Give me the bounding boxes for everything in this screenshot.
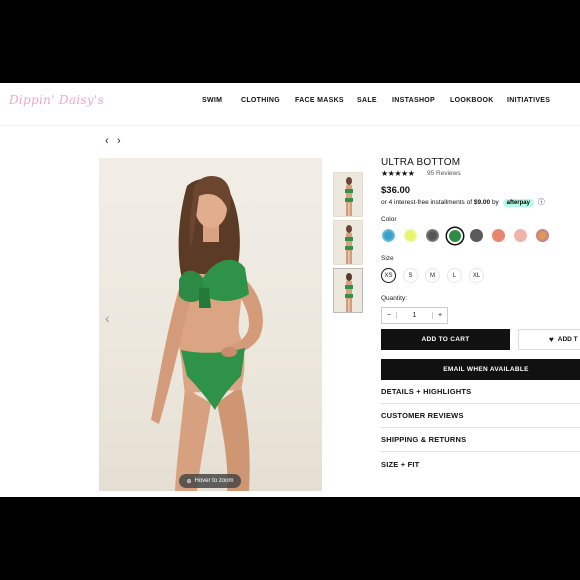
quantity-decrease-button[interactable]: − bbox=[382, 312, 397, 319]
size-option-xl[interactable]: XL bbox=[469, 268, 484, 283]
size-option-s[interactable]: S bbox=[403, 268, 418, 283]
size-option-l[interactable]: L bbox=[447, 268, 462, 283]
nav-item-face-masks[interactable]: FACE MASKS bbox=[295, 97, 344, 104]
product-title: ULTRA BOTTOM bbox=[381, 157, 461, 168]
quantity-stepper: − 1 + bbox=[381, 307, 448, 324]
model-photo bbox=[151, 176, 263, 491]
installments-text: or 4 interest-free installments of bbox=[381, 199, 474, 206]
product-page: Dippin' Daisy's SWIM CLOTHING FACE MASKS… bbox=[0, 83, 580, 497]
thumbnail-2[interactable] bbox=[333, 220, 363, 265]
thumbnail-photo bbox=[345, 273, 353, 312]
prev-product-chevron-icon[interactable]: ‹ bbox=[105, 135, 109, 147]
thumbnail-photo bbox=[345, 225, 353, 264]
nav-item-lookbook[interactable]: LOOKBOOK bbox=[450, 97, 494, 104]
rating-stars[interactable]: ★★★★★ bbox=[381, 169, 415, 178]
add-to-wishlist-button[interactable]: ♥ ADD T bbox=[518, 329, 580, 350]
color-swatch-blush[interactable] bbox=[514, 229, 527, 242]
image-prev-arrow-icon[interactable]: ‹ bbox=[105, 310, 110, 326]
afterpay-badge: afterpay bbox=[502, 199, 534, 207]
brand-logo[interactable]: Dippin' Daisy's bbox=[9, 93, 104, 107]
color-swatch-grey[interactable] bbox=[470, 229, 483, 242]
color-swatch-blue-print[interactable] bbox=[382, 229, 395, 242]
color-label: Color bbox=[381, 216, 397, 223]
color-swatch-green-selected[interactable] bbox=[447, 228, 463, 244]
thumbnail-3[interactable] bbox=[333, 268, 363, 313]
quantity-input[interactable]: 1 bbox=[397, 312, 432, 319]
thumbnail-photo bbox=[345, 177, 353, 216]
heart-icon: ♥ bbox=[549, 335, 554, 344]
accordion-shipping-returns[interactable]: SHIPPING & RETURNS bbox=[381, 428, 580, 452]
add-to-wishlist-label: ADD T bbox=[557, 336, 578, 343]
accordion-details-highlights[interactable]: DETAILS + HIGHLIGHTS bbox=[381, 380, 580, 404]
color-swatch-neon-yellow[interactable] bbox=[404, 229, 417, 242]
nav-item-instashop[interactable]: INSTASHOP bbox=[392, 97, 435, 104]
product-price: $36.00 bbox=[381, 185, 411, 196]
quantity-increase-button[interactable]: + bbox=[432, 312, 447, 319]
zoom-icon: ⊕ bbox=[186, 478, 192, 485]
reviews-count-link[interactable]: 95 Reviews bbox=[427, 170, 461, 177]
accordion-customer-reviews[interactable]: CUSTOMER REVIEWS bbox=[381, 404, 580, 428]
email-when-available-button[interactable]: EMAIL WHEN AVAILABLE bbox=[381, 359, 580, 380]
size-option-m[interactable]: M bbox=[425, 268, 440, 283]
hover-to-zoom-pill: ⊕ Hover to zoom bbox=[179, 474, 241, 488]
color-swatch-floral-print[interactable] bbox=[536, 229, 549, 242]
size-label: Size bbox=[381, 255, 394, 262]
nav-item-sale[interactable]: SALE bbox=[357, 97, 377, 104]
installments-by: by bbox=[490, 199, 501, 206]
info-icon[interactable]: ⓘ bbox=[538, 199, 545, 206]
nav-item-initiatives[interactable]: INITIATIVES bbox=[507, 97, 550, 104]
afterpay-installments: or 4 interest-free installments of $9.00… bbox=[381, 197, 545, 207]
nav-item-swim[interactable]: SWIM bbox=[202, 97, 222, 104]
hover-to-zoom-label: Hover to zoom bbox=[194, 478, 234, 484]
color-swatch-charcoal-print[interactable] bbox=[426, 229, 439, 242]
color-swatch-coral[interactable] bbox=[492, 229, 505, 242]
nav-item-clothing[interactable]: CLOTHING bbox=[241, 97, 280, 104]
accordion-size-fit[interactable]: SIZE + FIT bbox=[381, 452, 580, 476]
next-product-chevron-icon[interactable]: › bbox=[117, 135, 121, 147]
quantity-label: Quantity: bbox=[381, 295, 408, 302]
main-product-image[interactable]: ‹ ⊕ Hover to zoom bbox=[99, 158, 322, 491]
size-option-xs[interactable]: XS bbox=[381, 268, 396, 283]
installment-amount: $9.00 bbox=[473, 199, 491, 206]
thumbnail-1[interactable] bbox=[333, 172, 363, 217]
add-to-cart-button[interactable]: ADD TO CART bbox=[381, 329, 510, 350]
site-header: Dippin' Daisy's SWIM CLOTHING FACE MASKS… bbox=[0, 83, 580, 126]
